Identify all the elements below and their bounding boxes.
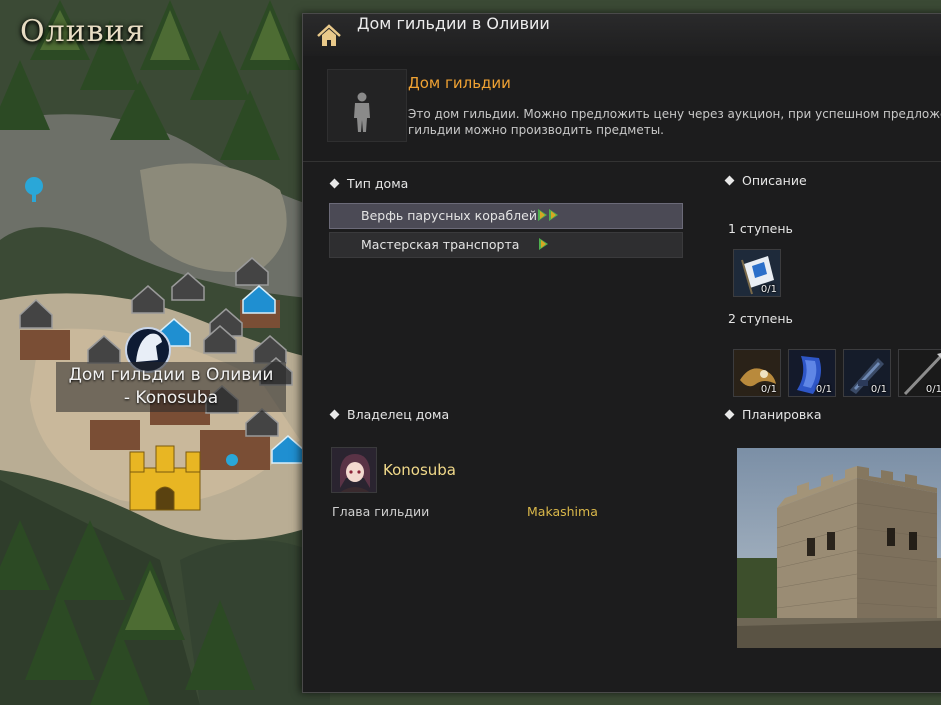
item-count: 0/1 xyxy=(815,384,832,395)
house-layout-image xyxy=(737,448,941,648)
guild-avatar[interactable] xyxy=(331,447,377,493)
item-count: 0/1 xyxy=(760,284,777,295)
step2-item-slot[interactable]: 0/1 xyxy=(788,349,836,397)
step1-item-slot[interactable]: 0/1 xyxy=(733,249,781,297)
owner-title: Владелец дома xyxy=(347,407,450,422)
home-icon[interactable] xyxy=(315,22,343,50)
double-arrow-icon xyxy=(537,206,561,230)
panel-divider xyxy=(303,161,941,162)
step2-item-slot[interactable]: 0/1 xyxy=(843,349,891,397)
house-type-option-label: Мастерская транспорта xyxy=(361,237,520,252)
item-count: 0/1 xyxy=(870,384,887,395)
house-type-option-shipyard[interactable]: Верфь парусных кораблей xyxy=(329,203,683,229)
guild-house-map-label[interactable]: Дом гильдии в Оливии - Konosuba xyxy=(56,362,286,412)
house-type-option-label: Верфь парусных кораблей xyxy=(361,208,537,223)
step2-label: 2 ступень xyxy=(728,311,793,326)
house-type-title: Тип дома xyxy=(347,176,409,191)
arrow-icon xyxy=(538,235,550,259)
guild-house-panel: Дом гильдии в Оливии Дом гильдии Это дом… xyxy=(302,13,941,693)
house-info-description: Это дом гильдии. Можно предложить цену ч… xyxy=(408,106,941,138)
description-line2: гильдии можно производить предметы. xyxy=(408,123,664,137)
description-title: Описание xyxy=(742,173,807,188)
house-type-option-transport-workshop[interactable]: Мастерская транспорта xyxy=(329,232,683,258)
diamond-bullet-icon xyxy=(724,175,735,186)
step2-item-slot[interactable]: 0/1 xyxy=(733,349,781,397)
guild-avatar-image xyxy=(332,448,376,492)
owner-section-title: Владелец дома xyxy=(329,407,450,422)
stone-tower-image xyxy=(737,448,941,648)
map-label-line2: - Konosuba xyxy=(123,388,219,408)
map-label-line1: Дом гильдии в Оливии xyxy=(68,365,274,385)
panel-title: Дом гильдии в Оливии xyxy=(357,14,550,33)
description-line1: Это дом гильдии. Можно предложить цену ч… xyxy=(408,107,941,121)
house-info-name: Дом гильдии xyxy=(408,74,511,92)
description-section-title: Описание xyxy=(724,173,807,188)
step2-item-slot[interactable]: 0/1 xyxy=(898,349,941,397)
diamond-bullet-icon xyxy=(329,409,340,420)
item-count: 0/1 xyxy=(925,384,941,395)
panel-header: Дом гильдии в Оливии xyxy=(303,14,941,56)
person-silhouette-icon xyxy=(354,92,370,132)
guild-leader-label: Глава гильдии xyxy=(332,504,430,519)
layout-title: Планировка xyxy=(742,407,822,422)
step1-label: 1 ступень xyxy=(728,221,793,236)
layout-section-title: Планировка xyxy=(724,407,822,422)
diamond-bullet-icon xyxy=(329,178,340,189)
house-type-section-title: Тип дома xyxy=(329,176,409,191)
diamond-bullet-icon xyxy=(724,409,735,420)
guild-leader-name[interactable]: Makashima xyxy=(527,504,598,519)
house-type-image xyxy=(327,69,407,142)
item-count: 0/1 xyxy=(760,384,777,395)
guild-name[interactable]: Konosuba xyxy=(383,461,456,479)
region-title: Оливия xyxy=(20,14,146,49)
